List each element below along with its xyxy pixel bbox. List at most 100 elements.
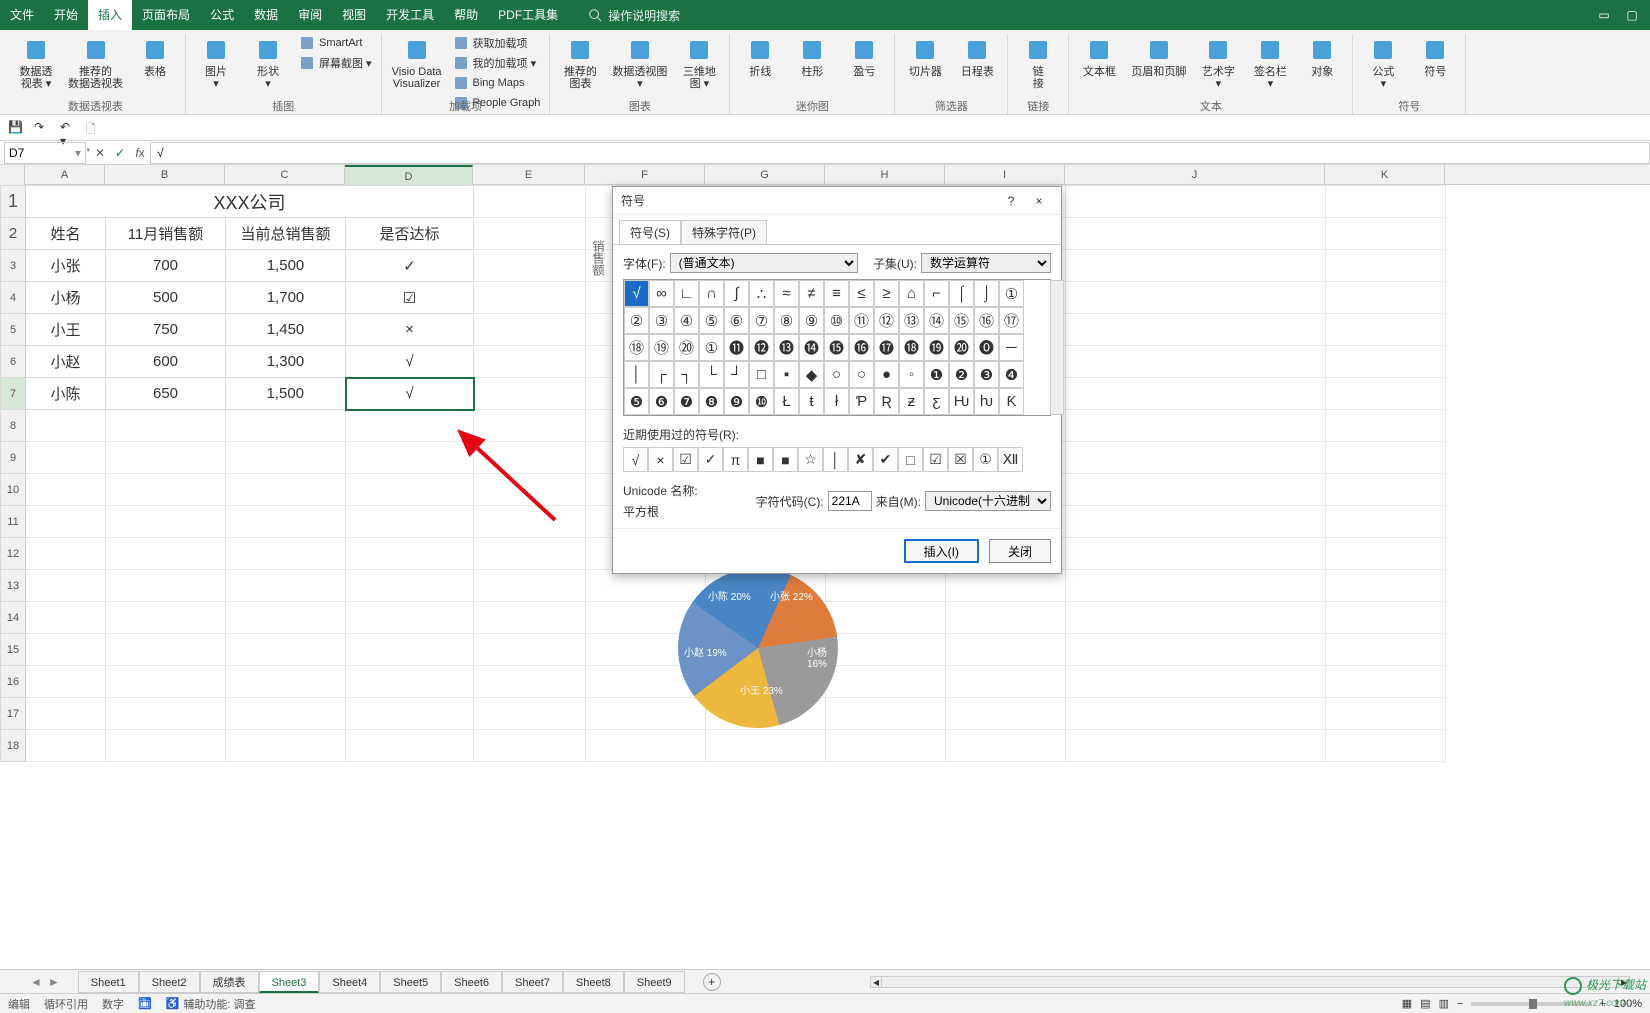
equation-button[interactable]: 公式▾: [1359, 34, 1407, 92]
symbol-cell[interactable]: Ł: [774, 388, 799, 415]
cell[interactable]: [1326, 730, 1446, 762]
cell[interactable]: [106, 570, 226, 602]
symbol-cell[interactable]: ≡: [824, 280, 849, 307]
cell[interactable]: [226, 410, 346, 442]
recent-symbol-cell[interactable]: ✘: [848, 447, 873, 472]
menu-开始[interactable]: 开始: [44, 0, 88, 30]
cell[interactable]: 1,300: [226, 346, 346, 378]
cell[interactable]: 小王: [26, 314, 106, 346]
ribbon-collapse-icon[interactable]: ▭: [1594, 8, 1614, 22]
zoom-out-icon[interactable]: −: [1457, 998, 1463, 1010]
tell-me-search[interactable]: 操作说明搜索: [588, 7, 680, 24]
symbol-cell[interactable]: ƶ: [899, 388, 924, 415]
spark-line-button[interactable]: 折线: [736, 34, 784, 80]
tab-symbols[interactable]: 符号(S): [619, 220, 681, 244]
screenshot-button[interactable]: 屏幕截图 ▾: [296, 54, 375, 72]
symbol-cell[interactable]: Ƥ: [849, 388, 874, 415]
menu-文件[interactable]: 文件: [0, 0, 44, 30]
cell[interactable]: [1326, 282, 1446, 314]
cell[interactable]: [1326, 442, 1446, 474]
symbol-cell[interactable]: ∟: [674, 280, 699, 307]
row-header[interactable]: 13: [1, 570, 26, 602]
symbol-cell[interactable]: Ƕ: [949, 388, 974, 415]
headerfooter-button[interactable]: 页眉和页脚: [1127, 34, 1190, 80]
cell[interactable]: [1326, 346, 1446, 378]
add-sheet-button[interactable]: +: [703, 973, 721, 991]
cell[interactable]: [474, 442, 586, 474]
symbol-cell[interactable]: Ƙ: [999, 388, 1024, 415]
recent-symbol-cell[interactable]: ☑: [673, 447, 698, 472]
sheet-tab[interactable]: Sheet3: [259, 971, 320, 993]
symbol-cell[interactable]: ⑭: [924, 307, 949, 334]
symbol-cell[interactable]: ⓯: [824, 334, 849, 361]
pivot-rec-button[interactable]: 推荐的数据透视表: [64, 34, 127, 92]
sheet-tab[interactable]: Sheet2: [139, 971, 200, 993]
link-button[interactable]: 链接: [1014, 34, 1062, 92]
spark-col-button[interactable]: 柱形: [788, 34, 836, 80]
row-header[interactable]: 14: [1, 602, 26, 634]
store-button[interactable]: 获取加载项: [450, 34, 544, 52]
symbol-cell[interactable]: ▪: [774, 361, 799, 388]
cell[interactable]: [826, 730, 946, 762]
cell[interactable]: 500: [106, 282, 226, 314]
row-header[interactable]: 2: [1, 218, 26, 250]
smartart-button[interactable]: SmartArt: [296, 34, 375, 52]
fx-icon[interactable]: fx: [130, 146, 150, 160]
cell[interactable]: [346, 538, 474, 570]
symbol-cell[interactable]: ⓭: [774, 334, 799, 361]
name-box[interactable]: ▾: [4, 142, 86, 164]
cell[interactable]: [474, 506, 586, 538]
recent-symbol-cell[interactable]: ✔: [873, 447, 898, 472]
cell[interactable]: [1066, 442, 1326, 474]
cell[interactable]: [346, 730, 474, 762]
cell[interactable]: [106, 666, 226, 698]
menu-插入[interactable]: 插入: [88, 0, 132, 30]
cell[interactable]: [26, 410, 106, 442]
cell[interactable]: [474, 250, 586, 282]
symbol-cell[interactable]: └: [699, 361, 724, 388]
cell[interactable]: [474, 314, 586, 346]
cell[interactable]: [946, 666, 1066, 698]
symbol-cell[interactable]: ⑲: [649, 334, 674, 361]
symbol-cell[interactable]: ❺: [624, 388, 649, 415]
cell[interactable]: [226, 570, 346, 602]
cell[interactable]: ×: [346, 314, 474, 346]
pivot-button[interactable]: 数据透视表 ▾: [12, 34, 60, 92]
pivotchart-button[interactable]: 数据透视图▾: [608, 34, 671, 92]
cell[interactable]: [474, 186, 586, 218]
cell[interactable]: 1,500: [226, 250, 346, 282]
symbol-cell[interactable]: ⓮: [799, 334, 824, 361]
symbol-cell[interactable]: ⓰: [849, 334, 874, 361]
symbol-cell[interactable]: ⌠: [949, 280, 974, 307]
row-header[interactable]: 16: [1, 666, 26, 698]
timeline-button[interactable]: 日程表: [953, 34, 1001, 80]
recent-symbol-cell[interactable]: ☑: [923, 447, 948, 472]
cell[interactable]: [946, 634, 1066, 666]
cell[interactable]: [1326, 410, 1446, 442]
picture-button[interactable]: 图片▾: [192, 34, 240, 92]
cell[interactable]: [826, 570, 946, 602]
cell[interactable]: [1326, 602, 1446, 634]
cell[interactable]: [1326, 666, 1446, 698]
symbol-cell[interactable]: ⓬: [749, 334, 774, 361]
cell[interactable]: [1066, 474, 1326, 506]
cell[interactable]: [106, 506, 226, 538]
cell[interactable]: [586, 730, 706, 762]
shapes-button[interactable]: 形状▾: [244, 34, 292, 92]
close-button[interactable]: 关闭: [989, 539, 1051, 563]
view-pagebreak-icon[interactable]: ▥: [1439, 997, 1449, 1010]
ribbon-minimize-icon[interactable]: ▢: [1622, 8, 1642, 22]
cell[interactable]: [26, 698, 106, 730]
symbol-cell[interactable]: ┐: [674, 361, 699, 388]
cell[interactable]: [346, 506, 474, 538]
cell[interactable]: [474, 634, 586, 666]
symbol-cell[interactable]: √: [624, 280, 649, 307]
symbol-cell[interactable]: ⑪: [849, 307, 874, 334]
column-header[interactable]: J: [1065, 165, 1325, 185]
row-header[interactable]: 17: [1, 698, 26, 730]
cell[interactable]: 1,700: [226, 282, 346, 314]
symbol-cell[interactable]: ⑮: [949, 307, 974, 334]
cell[interactable]: [474, 602, 586, 634]
symbol-cell[interactable]: ┘: [724, 361, 749, 388]
column-header[interactable]: I: [945, 165, 1065, 185]
